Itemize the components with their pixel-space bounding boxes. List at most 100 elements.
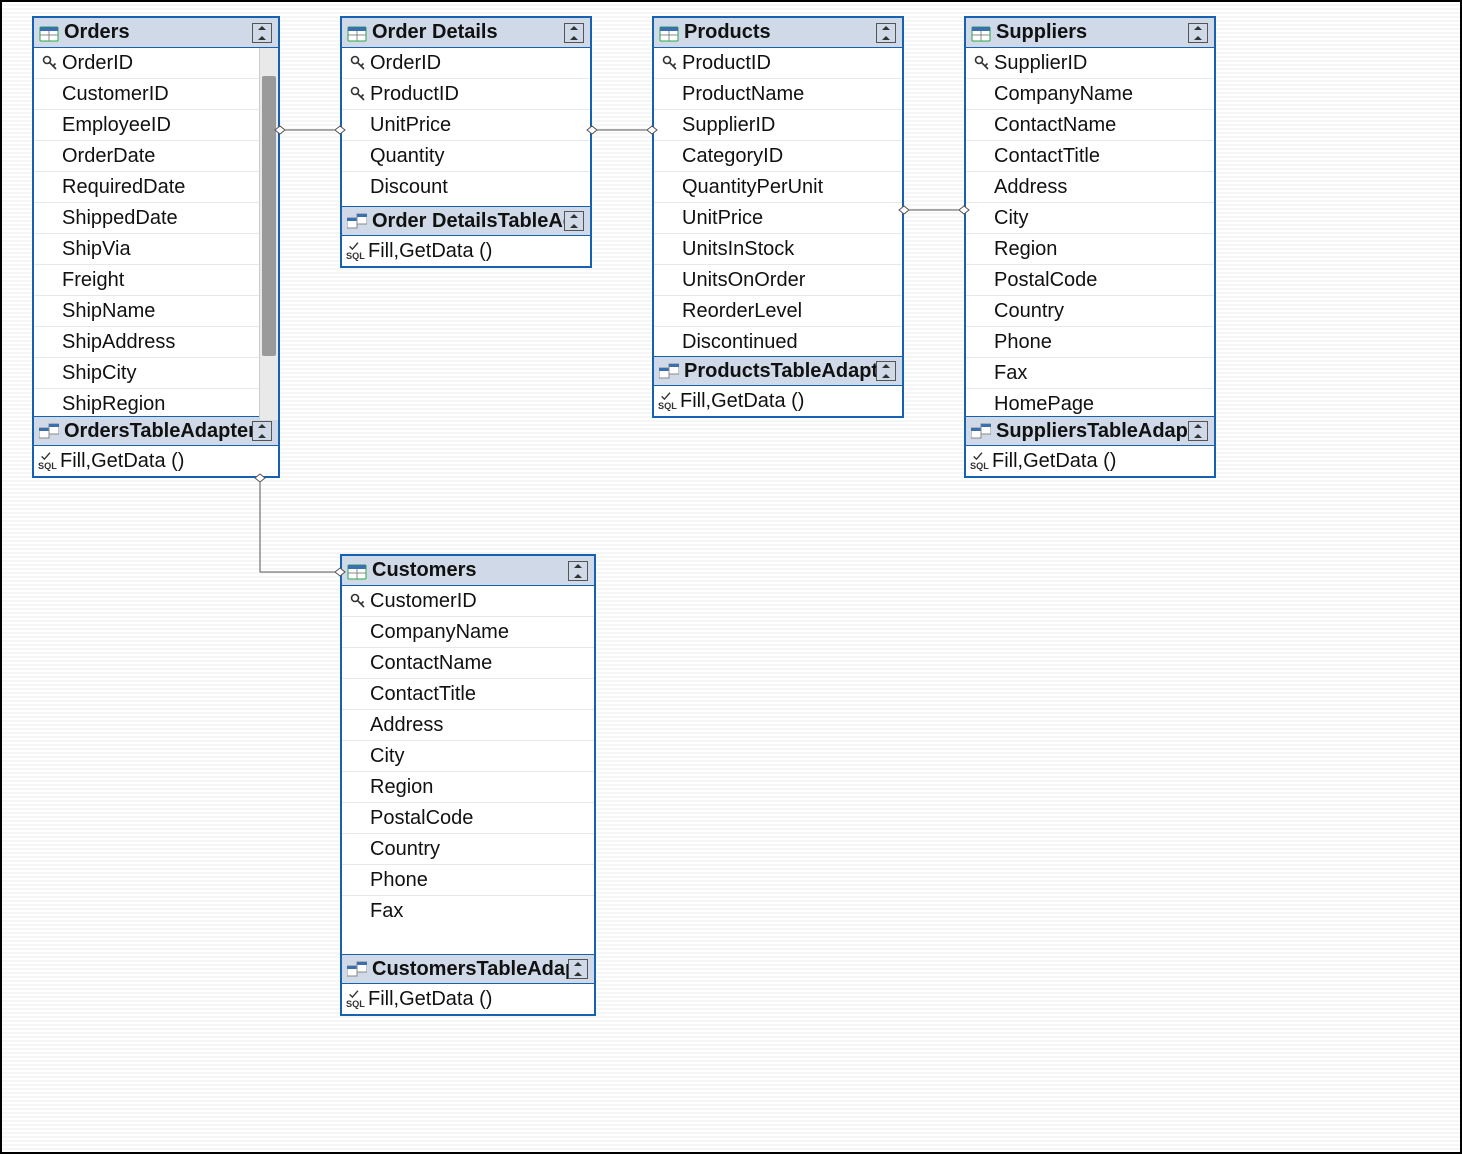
collapse-icon[interactable]	[252, 23, 272, 43]
collapse-icon[interactable]	[568, 959, 588, 979]
column-name: ShippedDate	[62, 207, 178, 230]
collapse-icon[interactable]	[564, 23, 584, 43]
table-customers[interactable]: CustomersCustomerID CompanyName ContactNam…	[340, 554, 596, 1016]
collapse-icon[interactable]	[568, 561, 588, 581]
column-row[interactable]: ShipName	[34, 296, 278, 327]
table-header[interactable]: Order Details	[342, 18, 590, 48]
column-row[interactable]: City	[966, 203, 1214, 234]
table-header[interactable]: Orders	[34, 18, 278, 48]
column-row[interactable]: CompanyName	[342, 617, 594, 648]
column-row[interactable]: ContactName	[966, 110, 1214, 141]
table-products[interactable]: ProductsProductIDProductNameSupplierIDCa…	[652, 16, 904, 418]
column-row[interactable]: Country	[966, 296, 1214, 327]
table-header[interactable]: Customers	[342, 556, 594, 586]
column-row[interactable]: SupplierID	[654, 110, 902, 141]
column-row[interactable]: CustomerID	[34, 79, 278, 110]
column-row[interactable]: UnitsOnOrder	[654, 265, 902, 296]
column-row[interactable]: ShipRegion	[34, 389, 278, 416]
column-row[interactable]: City	[342, 741, 594, 772]
column-row[interactable]: Country	[342, 834, 594, 865]
column-row[interactable]: Address	[342, 710, 594, 741]
column-row[interactable]: ShipCity	[34, 358, 278, 389]
column-name: CompanyName	[370, 621, 509, 644]
column-row[interactable]: EmployeeID	[34, 110, 278, 141]
collapse-icon[interactable]	[1188, 23, 1208, 43]
table-header[interactable]: Suppliers	[966, 18, 1214, 48]
scrollbar[interactable]	[259, 48, 278, 420]
table-adapter-header[interactable]: CustomersTableAdapter	[342, 954, 594, 984]
table-header[interactable]: Products	[654, 18, 902, 48]
table-orderdetails[interactable]: Order DetailsOrderIDProductIDUnitPriceQu…	[340, 16, 592, 268]
adapter-method[interactable]: SQLFill,GetData ()	[654, 386, 902, 416]
adapter-method[interactable]: SQLFill,GetData ()	[966, 446, 1214, 476]
column-row[interactable]: ContactTitle	[342, 679, 594, 710]
column-name: ShipName	[62, 300, 155, 323]
column-row[interactable]: ReorderLevel	[654, 296, 902, 327]
columns-list[interactable]: OrderIDCustomerIDEmployeeID OrderDate Requ…	[34, 48, 278, 416]
svg-text:SQL: SQL	[658, 401, 677, 411]
column-row[interactable]: Freight	[34, 265, 278, 296]
collapse-icon[interactable]	[564, 211, 584, 231]
column-row[interactable]: SupplierID	[966, 48, 1214, 79]
adapter-title: ProductsTableAdapter	[680, 360, 876, 383]
column-row[interactable]: ShipAddress	[34, 327, 278, 358]
collapse-icon[interactable]	[876, 23, 896, 43]
table-adapter-header[interactable]: ProductsTableAdapter	[654, 356, 902, 386]
adapter-method[interactable]: SQLFill,GetData ()	[342, 236, 590, 266]
table-adapter-header[interactable]: Order DetailsTableAdapter	[342, 206, 590, 236]
column-row[interactable]: OrderID	[342, 48, 590, 79]
primary-key-icon	[346, 592, 370, 610]
column-row[interactable]: PostalCode	[966, 265, 1214, 296]
column-row[interactable]: ShipVia	[34, 234, 278, 265]
column-row[interactable]: QuantityPerUnit	[654, 172, 902, 203]
column-row[interactable]: OrderDate	[34, 141, 278, 172]
column-row[interactable]: Discount	[342, 172, 590, 202]
adapter-method[interactable]: SQLFill,GetData ()	[34, 446, 278, 476]
column-row[interactable]: Quantity	[342, 141, 590, 172]
column-name: SupplierID	[994, 52, 1087, 75]
column-row[interactable]: UnitPrice	[342, 110, 590, 141]
table-suppliers[interactable]: Suppliers SupplierID CompanyName ContactNam…	[964, 16, 1216, 478]
primary-key-icon	[658, 54, 682, 72]
column-name: ContactName	[994, 114, 1116, 137]
column-row[interactable]: CategoryID	[654, 141, 902, 172]
scrollbar-thumb[interactable]	[262, 76, 276, 356]
column-row[interactable]: Region	[342, 772, 594, 803]
column-row[interactable]: UnitPrice	[654, 203, 902, 234]
column-row[interactable]: ContactTitle	[966, 141, 1214, 172]
column-row[interactable]: RequiredDate	[34, 172, 278, 203]
column-row[interactable]: UnitsInStock	[654, 234, 902, 265]
dataset-designer-canvas[interactable]: OrdersOrderIDCustomerIDEmployeeIDOrderDa…	[0, 0, 1462, 1154]
column-row[interactable]: ContactName	[342, 648, 594, 679]
column-row[interactable]: HomePage	[966, 389, 1214, 416]
column-row[interactable]: ProductID	[342, 79, 590, 110]
column-name: OrderDate	[62, 145, 155, 168]
columns-list[interactable]: ProductIDProductNameSupplierIDCategoryID…	[654, 48, 902, 356]
columns-list[interactable]: OrderIDProductIDUnitPriceQuantityDiscoun…	[342, 48, 590, 206]
column-row[interactable]: Fax	[966, 358, 1214, 389]
collapse-icon[interactable]	[1188, 421, 1208, 441]
column-row[interactable]: CustomerID	[342, 586, 594, 617]
columns-list[interactable]: SupplierID CompanyName ContactName ContactT…	[966, 48, 1214, 416]
column-row[interactable]: ShippedDate	[34, 203, 278, 234]
primary-key-icon	[38, 54, 62, 72]
adapter-method[interactable]: SQLFill,GetData ()	[342, 984, 594, 1014]
column-row[interactable]: ProductID	[654, 48, 902, 79]
column-row[interactable]: Phone	[966, 327, 1214, 358]
collapse-icon[interactable]	[876, 361, 896, 381]
column-name: City	[994, 207, 1028, 230]
collapse-icon[interactable]	[252, 421, 272, 441]
column-row[interactable]: Region	[966, 234, 1214, 265]
table-orders[interactable]: OrdersOrderIDCustomerIDEmployeeID OrderDa…	[32, 16, 280, 478]
column-row[interactable]: Fax	[342, 896, 594, 926]
column-row[interactable]: Address	[966, 172, 1214, 203]
column-row[interactable]: Phone	[342, 865, 594, 896]
column-row[interactable]: PostalCode	[342, 803, 594, 834]
column-row[interactable]: CompanyName	[966, 79, 1214, 110]
column-row[interactable]: ProductName	[654, 79, 902, 110]
table-adapter-header[interactable]: SuppliersTableAdapter	[966, 416, 1214, 446]
columns-list[interactable]: CustomerID CompanyName ContactNameContactT…	[342, 586, 594, 954]
column-row[interactable]: Discontinued	[654, 327, 902, 356]
column-row[interactable]: OrderID	[34, 48, 278, 79]
table-adapter-header[interactable]: OrdersTableAdapter	[34, 416, 278, 446]
